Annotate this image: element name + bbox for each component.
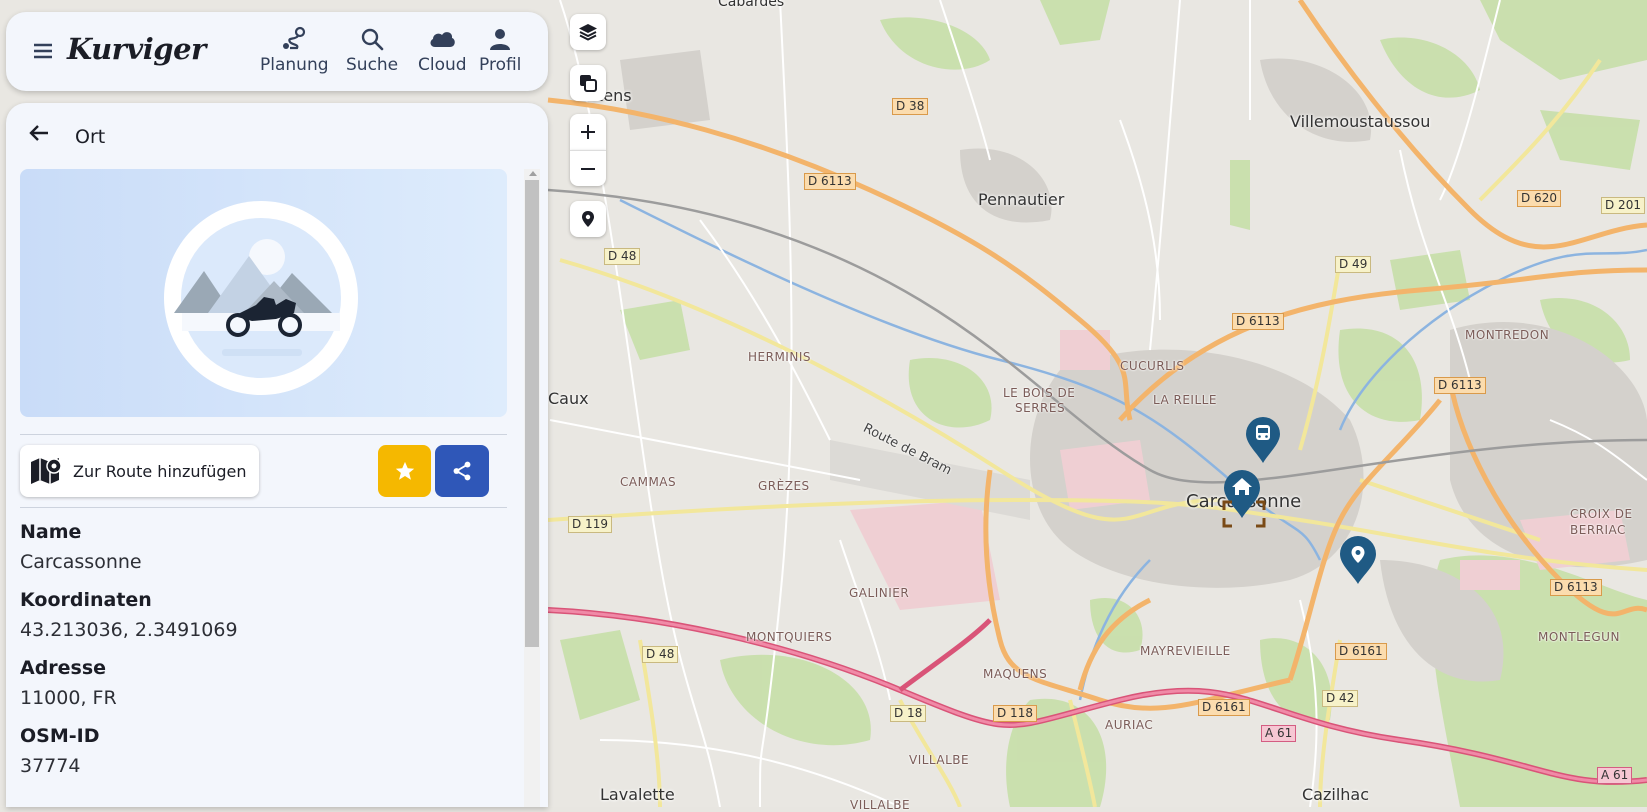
map-district-cammas: CAMMAS — [620, 475, 677, 489]
panel-scrollbar[interactable] — [524, 169, 540, 807]
layers-button[interactable] — [570, 14, 606, 50]
add-to-route-label: Zur Route hinzufügen — [73, 461, 247, 481]
field-osm-label: OSM-ID — [20, 725, 100, 747]
overlay-button[interactable] — [570, 65, 606, 101]
zoom-out-button[interactable] — [570, 150, 606, 186]
user-icon — [490, 29, 511, 50]
road-shield: A 61 — [1261, 725, 1297, 742]
road-shield: D 6113 — [1550, 579, 1602, 596]
field-coords-label: Koordinaten — [20, 589, 152, 611]
add-to-route-button[interactable]: Zur Route hinzufügen — [20, 445, 259, 497]
nav-profile-label: Profil — [479, 55, 522, 75]
favorite-button[interactable] — [378, 445, 431, 497]
menu-icon[interactable] — [33, 42, 53, 60]
plus-icon — [581, 125, 595, 139]
road-shield: D 620 — [1517, 190, 1561, 207]
location-pin-icon — [582, 211, 594, 227]
road-shield: D 6113 — [1232, 313, 1284, 330]
place-image — [20, 169, 507, 417]
road-shield: D 42 — [1322, 690, 1359, 707]
map-label-lavalette: Lavalette — [600, 785, 675, 804]
nav-search-label: Suche — [346, 55, 399, 75]
road-shield: D 119 — [568, 516, 612, 533]
center-target-icon — [1222, 500, 1266, 528]
scroll-up-arrow-icon[interactable] — [529, 171, 537, 176]
map-district-serres: SERRES — [1015, 401, 1066, 415]
map-label-cabardes: Cabardès — [718, 0, 785, 10]
share-button[interactable] — [435, 445, 489, 497]
field-address-label: Adresse — [20, 657, 107, 679]
selected-location-marker-icon[interactable] — [1338, 535, 1378, 585]
scrollbar-thumb[interactable] — [525, 180, 539, 647]
nav-planning[interactable]: Planung — [260, 26, 329, 75]
map-district-herminis: HERMINIS — [748, 350, 811, 364]
road-shield: D 18 — [890, 705, 927, 722]
road-shield: D 48 — [604, 248, 641, 265]
back-arrow-icon[interactable] — [28, 123, 50, 143]
map-district-auriac: AURIAC — [1105, 718, 1154, 732]
map-add-icon — [31, 458, 62, 484]
road-shield: D 118 — [993, 705, 1037, 722]
layers-icon — [579, 24, 597, 41]
map-label-villemoustaussou: Villemoustaussou — [1290, 112, 1431, 131]
road-shield: D 48 — [642, 646, 679, 663]
divider — [20, 434, 507, 435]
field-name-label: Name — [20, 521, 82, 543]
map-district-montredon: MONTREDON — [1465, 328, 1550, 342]
map-district-montlegun: MONTLEGUN — [1538, 630, 1620, 644]
field-coords-value: 43.213036, 2.3491069 — [20, 619, 238, 641]
map-label-cazilhac: Cazilhac — [1302, 785, 1370, 804]
map-district-villalbe-2: VILLALBE — [850, 798, 911, 812]
minus-icon — [581, 167, 595, 170]
cloud-icon — [430, 32, 456, 47]
map-district-montquiers: MONTQUIERS — [746, 630, 833, 644]
star-icon — [395, 461, 414, 480]
map-district-cucurlis: CUCURLIS — [1120, 359, 1185, 373]
nav-profile[interactable]: Profil — [479, 26, 521, 75]
app-logo[interactable]: Kurviger — [67, 32, 206, 66]
motorcycle-illustration-icon — [164, 201, 358, 395]
road-shield: D 6113 — [804, 173, 856, 190]
field-address-value: 11000, FR — [20, 687, 117, 709]
map-district-mayrevieille: MAYREVIEILLE — [1140, 644, 1231, 658]
zoom-in-button[interactable] — [570, 114, 606, 150]
map-district-la-reille: LA REILLE — [1153, 393, 1217, 407]
route-planning-icon — [283, 26, 306, 50]
top-bar: Kurviger Planung Suche Cloud Profil — [6, 12, 548, 91]
divider — [20, 507, 507, 508]
nav-planning-label: Planung — [260, 55, 329, 75]
field-name-value: Carcassonne — [20, 551, 142, 573]
train-station-marker-icon[interactable] — [1244, 416, 1282, 464]
field-osm-value: 37774 — [20, 755, 81, 777]
map-district-galinier: GALINIER — [849, 586, 910, 600]
map-district-berriac: BERRIAC — [1570, 523, 1626, 537]
map-district-maquens: MAQUENS — [983, 667, 1048, 681]
nav-search[interactable]: Suche — [346, 26, 398, 75]
road-shield: D 201 — [1601, 197, 1645, 214]
overlay-icon — [580, 75, 597, 92]
locate-button[interactable] — [570, 201, 606, 237]
map-label-pennautier: Pennautier — [978, 190, 1065, 209]
road-shield: D 38 — [892, 98, 929, 115]
nav-cloud[interactable]: Cloud — [418, 26, 467, 75]
place-panel: Ort Zur Route hinzufügen Name Carcassonn… — [6, 103, 548, 807]
map-district-grezes: GRÈZES — [758, 479, 810, 493]
road-shield: A 61 — [1597, 767, 1633, 784]
search-icon — [361, 28, 384, 51]
panel-title: Ort — [75, 126, 106, 148]
road-shield: D 49 — [1335, 256, 1372, 273]
map-district-le-bois: LE BOIS DE — [1003, 386, 1076, 400]
road-shield: D 6161 — [1335, 643, 1387, 660]
map-district-croix-de: CROIX DE — [1570, 507, 1633, 521]
nav-cloud-label: Cloud — [418, 55, 467, 75]
road-shield: D 6161 — [1198, 699, 1250, 716]
map-label-caux: Caux — [548, 389, 589, 408]
road-shield: D 6113 — [1434, 377, 1486, 394]
share-icon — [453, 461, 471, 481]
map-district-villalbe: VILLALBE — [909, 753, 970, 767]
